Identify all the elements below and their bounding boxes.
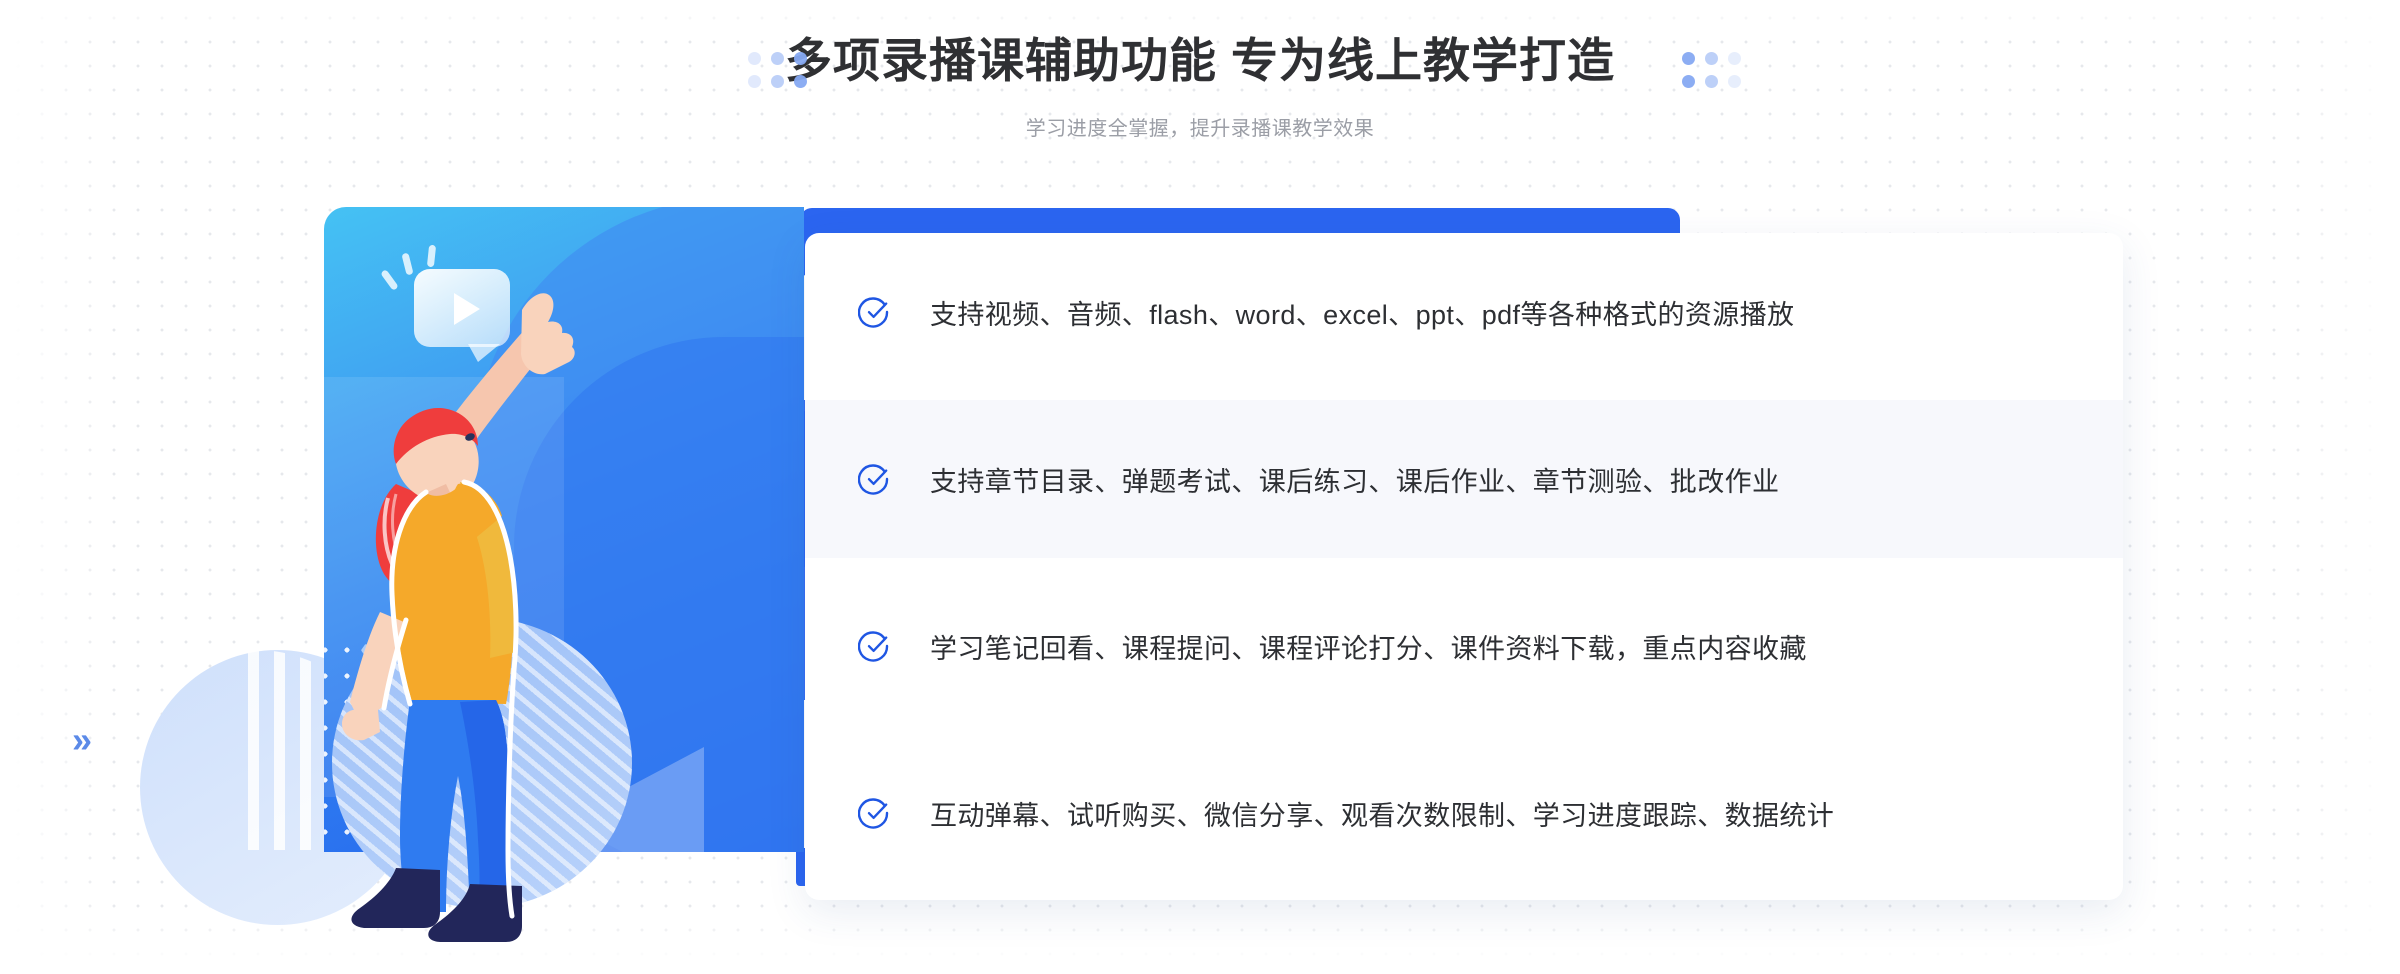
background-fade-right (2280, 0, 2400, 974)
feature-text: 支持章节目录、弹题考试、课后练习、课后作业、章节测验、批改作业 (930, 466, 1780, 497)
check-circle-icon (858, 798, 889, 829)
person-illustration (342, 293, 575, 942)
check-circle-icon (858, 631, 889, 662)
check-circle-icon (858, 464, 889, 495)
feature-text: 支持视频、音频、flash、word、excel、ppt、pdf等各种格式的资源… (930, 299, 1795, 330)
check-circle-icon (858, 297, 889, 328)
sparkle-icon (426, 244, 437, 268)
feature-row[interactable]: 支持视频、音频、flash、word、excel、ppt、pdf等各种格式的资源… (805, 233, 2123, 391)
feature-card: 支持视频、音频、flash、word、excel、ppt、pdf等各种格式的资源… (805, 233, 2123, 900)
dot-cluster-left-icon (748, 52, 810, 91)
feature-row[interactable]: 支持章节目录、弹题考试、课后练习、课后作业、章节测验、批改作业 (805, 400, 2123, 558)
double-chevron-right-icon: » (72, 719, 93, 760)
feature-row[interactable]: 学习笔记回看、课程提问、课程评论打分、课件资料下载，重点内容收藏 (805, 567, 2123, 725)
background-fade-left (0, 0, 120, 974)
page-title: 多项录播课辅助功能 专为线上教学打造 (784, 34, 1616, 87)
page-subtitle: 学习进度全掌握，提升录播课教学效果 (1025, 118, 1375, 140)
dot-cluster-right-icon (1682, 52, 1744, 91)
feature-text: 互动弹幕、试听购买、微信分享、观看次数限制、学习进度跟踪、数据统计 (930, 800, 1835, 831)
feature-row[interactable]: 互动弹幕、试听购买、微信分享、观看次数限制、学习进度跟踪、数据统计 (805, 734, 2123, 892)
feature-text: 学习笔记回看、课程提问、课程评论打分、课件资料下载，重点内容收藏 (930, 633, 1807, 664)
